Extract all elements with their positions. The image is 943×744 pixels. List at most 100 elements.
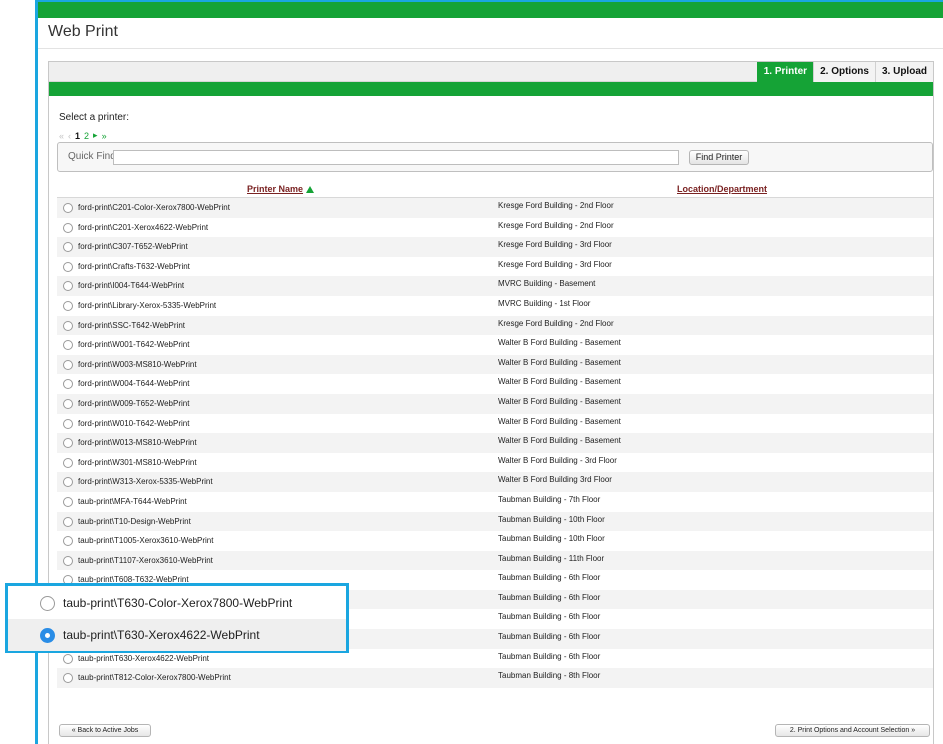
- table-row[interactable]: ford-print\I004-T644-WebPrint MVRC Buildi…: [57, 276, 933, 296]
- column-header-location[interactable]: Location/Department: [677, 184, 767, 194]
- printer-radio[interactable]: [63, 242, 73, 253]
- column-header-printer-name-label: Printer Name: [247, 184, 304, 194]
- tab-options[interactable]: 2. Options: [813, 62, 875, 82]
- printer-radio[interactable]: [63, 203, 73, 213]
- printer-radio[interactable]: [63, 379, 73, 390]
- printer-location: MVRC Building - 1st Floor: [498, 298, 591, 308]
- printer-radio[interactable]: [63, 536, 73, 547]
- printer-radio[interactable]: [63, 555, 73, 566]
- printer-location: Taubman Building - 10th Floor: [498, 514, 605, 524]
- zoom-radio-unchecked[interactable]: [40, 596, 55, 611]
- printer-name: ford-print\I004-T644-WebPrint: [78, 281, 185, 291]
- quick-find-input[interactable]: [113, 150, 679, 165]
- printer-radio[interactable]: [63, 281, 73, 292]
- column-header-printer-name[interactable]: Printer Name: [247, 184, 315, 194]
- table-row[interactable]: ford-print\C307-T652-WebPrint Kresge Ford…: [57, 237, 933, 257]
- printer-location: Walter B Ford Building - 3rd Floor: [498, 455, 617, 465]
- table-row[interactable]: taub-print\MFA-T644-WebPrint Taubman Buil…: [57, 491, 933, 512]
- zoom-row[interactable]: taub-print\T630-Color-Xerox7800-WebPrint: [8, 587, 346, 619]
- printer-radio[interactable]: [63, 398, 73, 409]
- printer-name: ford-print\W013-MS810-WebPrint: [78, 438, 197, 448]
- table-row[interactable]: ford-print\W001-T642-WebPrint Walter B Fo…: [57, 335, 933, 355]
- table-row[interactable]: ford-print\W003-MS810-WebPrint Walter B F…: [57, 354, 933, 375]
- printer-location: Kresge Ford Building - 2nd Floor: [498, 318, 614, 328]
- quick-find-label: Quick Find:: [68, 151, 119, 162]
- prev-page-icon: ‹: [68, 130, 72, 141]
- table-row[interactable]: ford-print\W301-MS810-WebPrint Walter B F…: [57, 452, 933, 473]
- printer-name: ford-print\W003-MS810-WebPrint: [78, 359, 197, 369]
- printer-location: Taubman Building - 6th Floor: [498, 632, 601, 642]
- quick-find-box: Quick Find: Find Printer: [57, 142, 933, 172]
- printer-radio[interactable]: [63, 340, 73, 351]
- printer-radio[interactable]: [63, 418, 73, 429]
- printer-location: Walter B Ford Building - Basement: [498, 436, 621, 446]
- zoom-radio-checked[interactable]: [40, 628, 55, 643]
- table-row[interactable]: ford-print\W010-T642-WebPrint Walter B Fo…: [57, 413, 933, 434]
- back-to-active-jobs-button[interactable]: « Back to Active Jobs: [59, 724, 151, 737]
- printer-name: taub-print\T10-Design-WebPrint: [78, 516, 191, 526]
- printer-name: taub-print\T1005-Xerox3610-WebPrint: [78, 536, 214, 546]
- printer-radio[interactable]: [63, 320, 73, 331]
- printer-location: Walter B Ford Building - Basement: [498, 396, 621, 406]
- table-row[interactable]: ford-print\W313-Xerox-5335-WebPrint Walte…: [57, 472, 933, 492]
- printer-name: ford-print\W301-MS810-WebPrint: [78, 457, 197, 467]
- printer-location: Walter B Ford Building - Basement: [498, 338, 621, 348]
- printer-location: Kresge Ford Building - 3rd Floor: [498, 240, 612, 250]
- last-page-icon[interactable]: »: [102, 131, 107, 141]
- printer-name: ford-print\W009-T652-WebPrint: [78, 398, 190, 408]
- title-divider: [38, 48, 943, 49]
- first-page-icon: «: [59, 130, 65, 141]
- printer-location: Taubman Building - 11th Floor: [498, 553, 605, 563]
- zoom-printer-name: taub-print\T630-Color-Xerox7800-WebPrint: [63, 596, 293, 610]
- printer-location: Taubman Building - 6th Floor: [498, 592, 601, 602]
- tab-upload[interactable]: 3. Upload: [874, 62, 933, 82]
- printer-location: Taubman Building - 10th Floor: [498, 534, 605, 544]
- printer-radio[interactable]: [63, 261, 73, 272]
- zoom-printer-name-selected: taub-print\T630-Xerox4622-WebPrint: [63, 628, 260, 642]
- printer-radio[interactable]: [63, 516, 73, 527]
- printer-radio[interactable]: [63, 496, 73, 507]
- table-row[interactable]: ford-print\Library-Xerox-5335-WebPrint MV…: [57, 295, 933, 316]
- printer-radio[interactable]: [63, 222, 73, 233]
- table-row[interactable]: ford-print\C201-Xerox4622-WebPrint Kresge…: [57, 217, 933, 238]
- next-page-icon[interactable]: ▸: [93, 130, 98, 141]
- table-row[interactable]: ford-print\W009-T652-WebPrint Walter B Fo…: [57, 393, 933, 414]
- printer-location: Taubman Building - 6th Floor: [498, 612, 601, 622]
- printer-location: Walter B Ford Building - Basement: [498, 416, 621, 426]
- table-row[interactable]: ford-print\Crafts-T632-WebPrint Kresge Fo…: [57, 256, 933, 277]
- printer-location: Taubman Building - 6th Floor: [498, 651, 601, 661]
- printer-name: ford-print\W004-T644-WebPrint: [78, 379, 190, 389]
- printer-radio[interactable]: [63, 477, 73, 488]
- table-row[interactable]: ford-print\W004-T644-WebPrint Walter B Fo…: [57, 374, 933, 394]
- sort-ascending-icon: [306, 186, 315, 193]
- next-print-options-button[interactable]: 2. Print Options and Account Selection »: [775, 724, 930, 737]
- table-row[interactable]: taub-print\T1005-Xerox3610-WebPrint Taubm…: [57, 531, 933, 551]
- page-link-2[interactable]: 2: [84, 131, 89, 141]
- table-row[interactable]: taub-print\T10-Design-WebPrint Taubman Bu…: [57, 511, 933, 532]
- printer-location: Walter B Ford Building - Basement: [498, 377, 621, 387]
- printer-radio[interactable]: [63, 673, 73, 684]
- current-page: 1: [75, 130, 81, 141]
- table-row[interactable]: taub-print\T812-Color-Xerox7800-WebPrint…: [57, 668, 933, 688]
- printer-name: ford-print\C201-Xerox4622-WebPrint: [78, 222, 209, 232]
- table-row[interactable]: ford-print\SSC-T642-WebPrint Kresge Ford …: [57, 315, 933, 336]
- printer-name: ford-print\Library-Xerox-5335-WebPrint: [78, 300, 217, 310]
- printer-name: ford-print\W313-Xerox-5335-WebPrint: [78, 477, 213, 487]
- printer-radio[interactable]: [63, 359, 73, 370]
- printer-location: Taubman Building - 8th Floor: [498, 671, 601, 681]
- printer-radio[interactable]: [63, 457, 73, 468]
- printer-location: Kresge Ford Building - 2nd Floor: [498, 220, 614, 230]
- zoom-row-selected[interactable]: taub-print\T630-Xerox4622-WebPrint: [8, 619, 346, 651]
- printer-radio[interactable]: [63, 653, 73, 664]
- printer-radio[interactable]: [63, 300, 73, 311]
- tab-printer[interactable]: 1. Printer: [756, 62, 814, 82]
- printer-name: ford-print\SSC-T642-WebPrint: [78, 320, 185, 330]
- find-printer-button[interactable]: Find Printer: [689, 150, 749, 165]
- printer-location: MVRC Building - Basement: [498, 279, 596, 289]
- table-row[interactable]: ford-print\W013-MS810-WebPrint Walter B F…: [57, 433, 933, 453]
- pagination: « ‹ 1 2 ▸ »: [59, 130, 107, 141]
- table-row[interactable]: taub-print\T1107-Xerox3610-WebPrint Taubm…: [57, 550, 933, 571]
- zoom-callout: taub-print\T630-Color-Xerox7800-WebPrint…: [5, 583, 349, 653]
- printer-radio[interactable]: [63, 438, 73, 449]
- table-row[interactable]: ford-print\C201-Color-Xerox7800-WebPrint…: [57, 198, 933, 218]
